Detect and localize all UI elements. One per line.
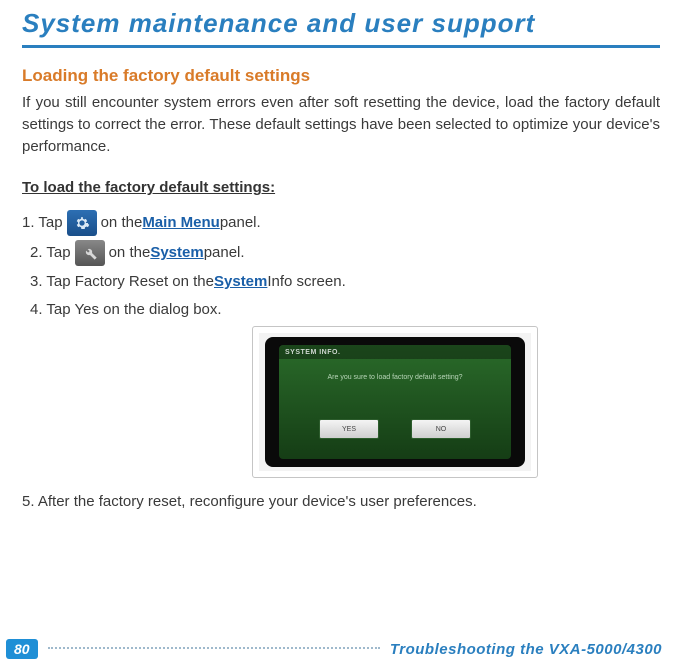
device-screenshot: SYSTEM INFO. Are you sure to load factor… <box>252 326 538 478</box>
step-5: 5. After the factory reset, reconfigure … <box>22 490 660 514</box>
step-2: 2. Tap on the System panel. <box>30 240 660 266</box>
step-2-text-c: panel. <box>204 241 245 265</box>
device-dialog-message: Are you sure to load factory default set… <box>319 373 471 382</box>
step-1-text-a: 1. Tap <box>22 211 63 235</box>
step-3-text-a: 3. Tap Factory Reset on the <box>30 270 214 294</box>
page-number-badge: 80 <box>6 639 38 659</box>
footer-chapter-label: Troubleshooting the VXA-5000/4300 <box>390 641 662 658</box>
system-tool-icon <box>75 240 105 266</box>
page-footer: 80 Troubleshooting the VXA-5000/4300 <box>0 639 682 659</box>
step-list: 1. Tap on the Main Menu panel. 2. Tap on… <box>22 210 660 514</box>
section-intro: If you still encounter system errors eve… <box>22 92 660 157</box>
chapter-title: System maintenance and user support <box>22 8 660 39</box>
step-4: 4. Tap Yes on the dialog box. <box>30 298 660 322</box>
settings-gear-icon <box>67 210 97 236</box>
device-screen-title: SYSTEM INFO. <box>285 347 340 358</box>
chapter-header: System maintenance and user support <box>22 8 660 48</box>
step-1-text-b: on the <box>101 211 143 235</box>
section-title: Loading the factory default settings <box>22 66 660 86</box>
step-2-text-a: 2. Tap <box>30 241 71 265</box>
system-info-link[interactable]: System <box>214 270 267 294</box>
step-3-text-b: Info screen. <box>267 270 345 294</box>
step-2-text-b: on the <box>109 241 151 265</box>
procedure-heading: To load the factory default settings: <box>22 179 660 196</box>
step-3: 3. Tap Factory Reset on the System Info … <box>30 270 660 294</box>
device-no-button: NO <box>411 419 471 439</box>
device-yes-button: YES <box>319 419 379 439</box>
step-1-text-c: panel. <box>220 211 261 235</box>
system-panel-link[interactable]: System <box>150 241 203 265</box>
main-menu-link[interactable]: Main Menu <box>142 211 220 235</box>
footer-dotted-rule <box>48 646 380 649</box>
step-1: 1. Tap on the Main Menu panel. <box>22 210 660 236</box>
